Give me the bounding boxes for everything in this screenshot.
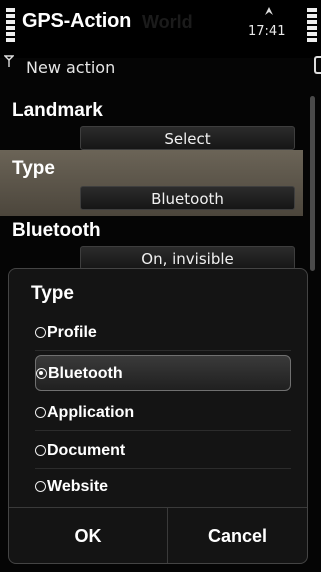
type-select-field[interactable]: Bluetooth	[80, 186, 295, 210]
option-bluetooth[interactable]: Bluetooth	[35, 355, 291, 391]
option-document[interactable]: Document	[35, 433, 291, 469]
bluetooth-select-field[interactable]: On, invisible	[80, 246, 295, 270]
option-label: Application	[47, 404, 135, 421]
radio-off-icon	[35, 445, 46, 456]
antenna-icon	[4, 55, 14, 67]
battery-edge-icon	[314, 56, 321, 74]
option-label: Website	[47, 478, 109, 495]
scrollbar[interactable]	[310, 96, 315, 271]
option-label: Document	[47, 442, 126, 459]
status-bar: World GPS-Action 17:41 New action	[0, 0, 321, 77]
gps-icon	[265, 7, 273, 15]
signal-strength-icon	[6, 8, 15, 46]
popup-title: Type	[31, 283, 74, 304]
option-website[interactable]: Website	[35, 469, 291, 505]
radio-off-icon	[35, 407, 46, 418]
radio-off-icon	[35, 481, 46, 492]
ok-button[interactable]: OK	[9, 508, 168, 563]
softkey-bar: OK Cancel	[9, 507, 307, 563]
option-profile[interactable]: Profile	[35, 315, 291, 351]
option-label: Profile	[47, 324, 97, 341]
landmark-label: Landmark	[12, 100, 103, 121]
screen: World GPS-Action 17:41 New action Landma…	[0, 0, 321, 572]
background-app-title: World	[142, 12, 193, 32]
app-title: GPS-Action	[22, 10, 132, 32]
bluetooth-label: Bluetooth	[12, 220, 101, 241]
type-popup: Type Profile Bluetooth Application Docum…	[8, 268, 308, 564]
type-label: Type	[12, 158, 55, 179]
clock: 17:41	[248, 24, 286, 39]
option-application[interactable]: Application	[35, 395, 291, 431]
battery-icon	[307, 8, 317, 46]
landmark-select-field[interactable]: Select	[80, 126, 295, 150]
cancel-button[interactable]: Cancel	[168, 508, 307, 563]
radio-on-icon	[36, 368, 47, 379]
option-label: Bluetooth	[48, 365, 123, 382]
radio-off-icon	[35, 327, 46, 338]
view-subtitle: New action	[26, 58, 116, 77]
